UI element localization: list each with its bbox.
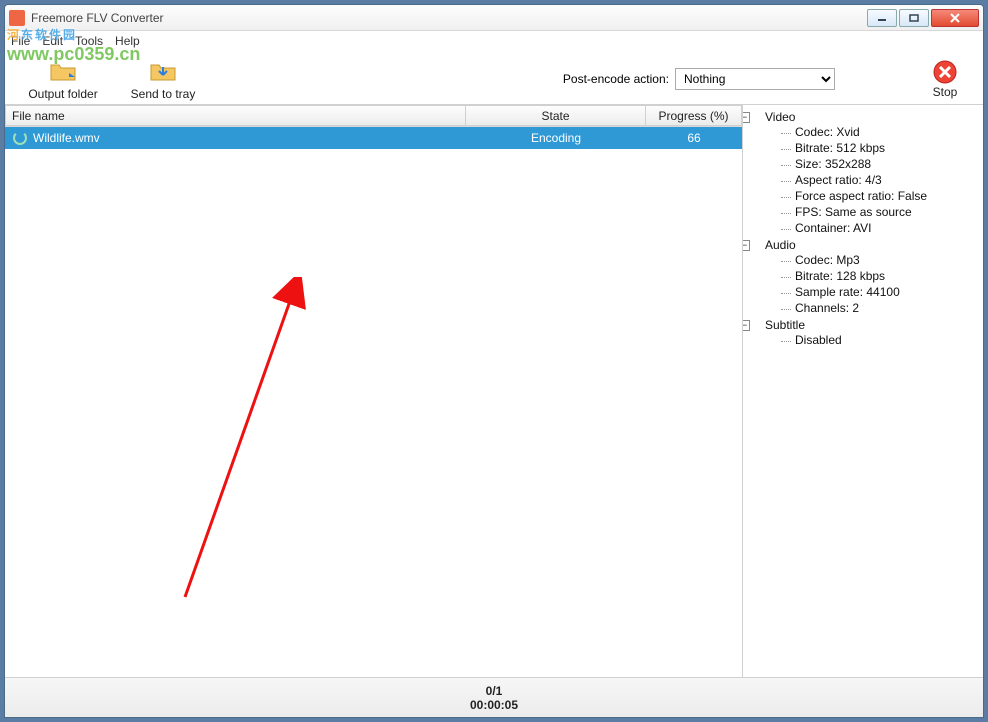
table-row[interactable]: Wildlife.wmv Encoding 66	[5, 127, 742, 149]
tree-video-container[interactable]: Container: AVI	[781, 220, 977, 236]
send-to-tray-button[interactable]: Send to tray	[113, 57, 213, 101]
folder-icon	[49, 57, 77, 85]
tree-subtitle-disabled[interactable]: Disabled	[781, 332, 977, 348]
minimize-icon	[877, 14, 887, 22]
tree-video-bitrate[interactable]: Bitrate: 512 kbps	[781, 140, 977, 156]
column-state[interactable]: State	[466, 105, 646, 126]
row-file-name: Wildlife.wmv	[33, 131, 100, 145]
maximize-button[interactable]	[899, 9, 929, 27]
row-file-cell: Wildlife.wmv	[5, 131, 466, 145]
close-button[interactable]	[931, 9, 979, 27]
tree-audio[interactable]: − Audio Codec: Mp3 Bitrate: 128 kbps Sam…	[751, 237, 977, 317]
tree-video-codec[interactable]: Codec: Xvid	[781, 124, 977, 140]
column-progress[interactable]: Progress (%)	[646, 105, 742, 126]
list-body[interactable]: Wildlife.wmv Encoding 66	[5, 127, 742, 677]
window-controls	[867, 9, 979, 27]
annotation-arrow	[135, 277, 335, 617]
tree-video-aspect[interactable]: Aspect ratio: 4/3	[781, 172, 977, 188]
post-encode-select[interactable]: Nothing	[675, 68, 835, 90]
post-encode-action: Post-encode action: Nothing	[563, 68, 835, 90]
toolbar: Output folder Send to tray Post-encode a…	[5, 51, 983, 105]
file-list-panel: File name State Progress (%) Wildlife.wm…	[5, 105, 743, 677]
status-count: 0/1	[486, 684, 503, 698]
titlebar: Freemore FLV Converter	[5, 5, 983, 31]
menu-file[interactable]: File	[11, 34, 30, 48]
status-time: 00:00:05	[470, 698, 518, 712]
app-window: Freemore FLV Converter File Edit Tools H…	[4, 4, 984, 718]
properties-panel: − Video Codec: Xvid Bitrate: 512 kbps Si…	[743, 105, 983, 677]
collapse-icon[interactable]: −	[743, 320, 750, 331]
send-to-tray-label: Send to tray	[131, 87, 196, 101]
app-icon	[9, 10, 25, 26]
collapse-icon[interactable]: −	[743, 112, 750, 123]
tree-video-force-aspect[interactable]: Force aspect ratio: False	[781, 188, 977, 204]
tree-video[interactable]: − Video Codec: Xvid Bitrate: 512 kbps Si…	[751, 109, 977, 237]
tray-icon	[149, 57, 177, 85]
row-state-cell: Encoding	[466, 131, 646, 145]
output-folder-label: Output folder	[28, 87, 97, 101]
minimize-button[interactable]	[867, 9, 897, 27]
tree-audio-bitrate[interactable]: Bitrate: 128 kbps	[781, 268, 977, 284]
statusbar: 0/1 00:00:05	[5, 677, 983, 717]
collapse-icon[interactable]: −	[743, 240, 750, 251]
tree-audio-sample[interactable]: Sample rate: 44100	[781, 284, 977, 300]
tree-subtitle[interactable]: − Subtitle Disabled	[751, 317, 977, 349]
window-title: Freemore FLV Converter	[31, 11, 867, 25]
row-progress-cell: 66	[646, 131, 742, 145]
column-file[interactable]: File name	[5, 105, 466, 126]
maximize-icon	[909, 14, 919, 22]
tree-video-size[interactable]: Size: 352x288	[781, 156, 977, 172]
list-header: File name State Progress (%)	[5, 105, 742, 127]
menubar: File Edit Tools Help	[5, 31, 983, 51]
tree-audio-codec[interactable]: Codec: Mp3	[781, 252, 977, 268]
main-area: File name State Progress (%) Wildlife.wm…	[5, 105, 983, 677]
encoding-spinner-icon	[13, 131, 27, 145]
stop-label: Stop	[933, 85, 958, 99]
tree-audio-channels[interactable]: Channels: 2	[781, 300, 977, 316]
menu-edit[interactable]: Edit	[42, 34, 63, 48]
menu-tools[interactable]: Tools	[75, 34, 103, 48]
stop-button[interactable]: Stop	[915, 59, 975, 99]
close-icon	[949, 13, 961, 23]
post-encode-label: Post-encode action:	[563, 72, 669, 86]
menu-help[interactable]: Help	[115, 34, 140, 48]
tree-video-fps[interactable]: FPS: Same as source	[781, 204, 977, 220]
stop-icon	[932, 59, 958, 85]
output-folder-button[interactable]: Output folder	[13, 57, 113, 101]
